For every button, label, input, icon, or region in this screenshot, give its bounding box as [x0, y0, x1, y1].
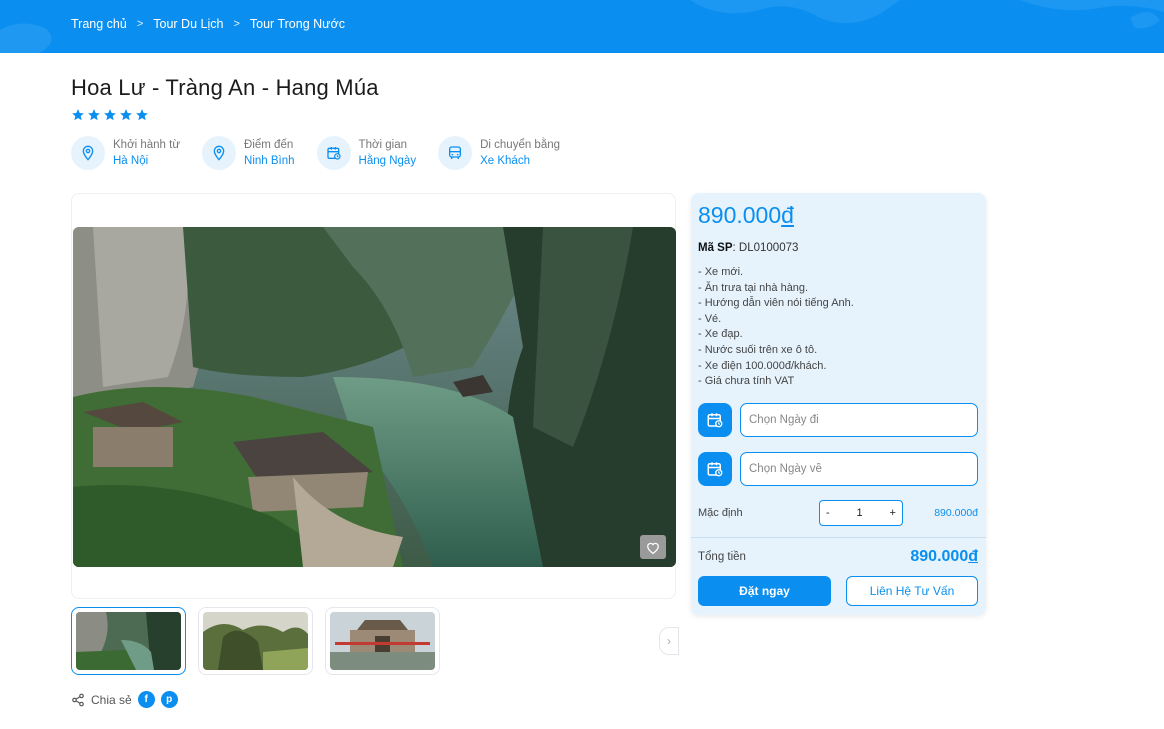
- facebook-icon[interactable]: f: [137, 691, 155, 708]
- meta-label: Thời gian: [358, 138, 408, 151]
- meta-value: Xe Khách: [480, 154, 530, 167]
- meta-value: Ninh Bình: [244, 154, 295, 167]
- list-item: - Ăn trưa tại nhà hàng.: [698, 281, 809, 294]
- breadcrumb-separator-icon: >: [136, 18, 144, 30]
- price-amount: 890.000: [698, 202, 782, 228]
- meta-label: Di chuyển bằng: [480, 138, 561, 151]
- product-code: Mã SP: DL0100073: [698, 242, 799, 254]
- share-bar: Chia sẻ f p: [71, 691, 178, 708]
- total-label: Tổng tiền: [698, 551, 746, 563]
- list-item: - Xe đạp.: [698, 328, 743, 341]
- meta-destination: Điểm đến Ninh Bình: [202, 136, 295, 170]
- sku-value: DL0100073: [738, 242, 799, 254]
- return-date-input[interactable]: [740, 452, 978, 486]
- share-label: Chia sẻ: [91, 692, 132, 707]
- image-gallery: [71, 193, 676, 599]
- list-item: - Xe mới.: [698, 266, 744, 278]
- book-now-button[interactable]: Đặt ngay: [698, 576, 831, 606]
- breadcrumb-tour-link[interactable]: Tour Du Lịch: [153, 17, 223, 31]
- rating-stars: [71, 108, 149, 122]
- thumbnail-next-button[interactable]: ›: [659, 627, 679, 655]
- divider: [691, 537, 986, 538]
- page-title: Hoa Lư - Tràng An - Hang Múa: [71, 75, 379, 100]
- calendar-icon[interactable]: [698, 452, 732, 486]
- sku-label: Mã SP: [698, 242, 733, 254]
- meta-duration: Thời gian Hằng Ngày: [316, 136, 417, 170]
- thumbnail-2[interactable]: [198, 607, 313, 675]
- meta-transport: Di chuyển bằng Xe Khách: [438, 136, 560, 170]
- total-currency: đ: [968, 548, 978, 565]
- contact-consult-button[interactable]: Liên Hệ Tư Vấn: [846, 576, 978, 606]
- thumbnail-strip: [71, 607, 440, 675]
- breadcrumb-home-link[interactable]: Trang chủ: [71, 17, 127, 31]
- quantity-row: Mặc định - 1 + 890.000đ: [698, 500, 978, 526]
- booking-panel: 890.000đ Mã SP: DL0100073 - Xe mới. - Ăn…: [691, 193, 986, 615]
- location-pin-icon: [202, 136, 237, 170]
- list-item: - Giá chưa tính VAT: [698, 375, 795, 388]
- breadcrumb: Trang chủ > Tour Du Lịch > Tour Trong Nư…: [71, 17, 345, 31]
- pinterest-icon[interactable]: p: [160, 691, 178, 708]
- star-icon: [136, 109, 148, 121]
- depart-date-input[interactable]: [740, 403, 978, 437]
- bus-icon: [438, 136, 473, 170]
- chevron-right-icon: ›: [667, 634, 671, 648]
- quantity-stepper: - 1 +: [819, 500, 903, 526]
- list-item: - Hướng dẫn viên nói tiếng Anh.: [698, 297, 854, 310]
- meta-value: Hà Nội: [113, 154, 149, 167]
- thumbnail-1[interactable]: [71, 607, 186, 675]
- calendar-icon[interactable]: [698, 403, 732, 437]
- share-icon: [72, 693, 84, 706]
- list-item: - Vé.: [698, 312, 722, 325]
- breadcrumb-separator-icon: >: [233, 18, 240, 30]
- star-icon: [88, 109, 100, 121]
- total-row: Tổng tiền 890.000đ: [698, 548, 978, 566]
- meta-value: Hằng Ngày: [358, 154, 417, 167]
- star-icon: [104, 109, 116, 121]
- tour-price: 890.000đ: [698, 202, 794, 229]
- tour-meta: Khởi hành từ Hà Nội Điểm đến Ninh Bình T…: [71, 136, 582, 170]
- increment-button[interactable]: +: [890, 507, 896, 519]
- top-banner: Trang chủ > Tour Du Lịch > Tour Trong Nư…: [0, 0, 1164, 53]
- meta-label: Khởi hành từ: [113, 138, 181, 151]
- breadcrumb-domestic-link[interactable]: Tour Trong Nước: [250, 17, 345, 31]
- quantity-label: Mặc định: [698, 507, 743, 519]
- total-amount: 890.000đ: [910, 548, 978, 566]
- price-currency: đ: [781, 202, 794, 228]
- star-icon: [72, 109, 84, 121]
- main-tour-photo[interactable]: [73, 227, 676, 567]
- depart-date-row: [698, 403, 978, 437]
- quantity-subtotal: 890.000đ: [934, 507, 978, 519]
- quantity-value[interactable]: 1: [857, 507, 863, 519]
- total-value: 890.000: [910, 548, 969, 565]
- list-item: - Xe điện 100.000đ/khách.: [698, 359, 827, 372]
- heart-icon: [647, 542, 659, 554]
- list-item: - Nước suối trên xe ô tô.: [698, 343, 818, 356]
- inclusions-list: - Xe mới. - Ăn trưa tại nhà hàng. - Hướn…: [698, 265, 854, 390]
- decrement-button[interactable]: -: [826, 507, 830, 519]
- favorite-button[interactable]: [640, 535, 666, 559]
- meta-departure: Khởi hành từ Hà Nội: [71, 136, 180, 170]
- location-pin-icon: [71, 136, 105, 170]
- calendar-clock-icon: [316, 136, 351, 170]
- return-date-row: [698, 452, 978, 486]
- thumbnail-3[interactable]: [325, 607, 440, 675]
- meta-label: Điểm đến: [244, 138, 294, 151]
- star-icon: [120, 109, 132, 121]
